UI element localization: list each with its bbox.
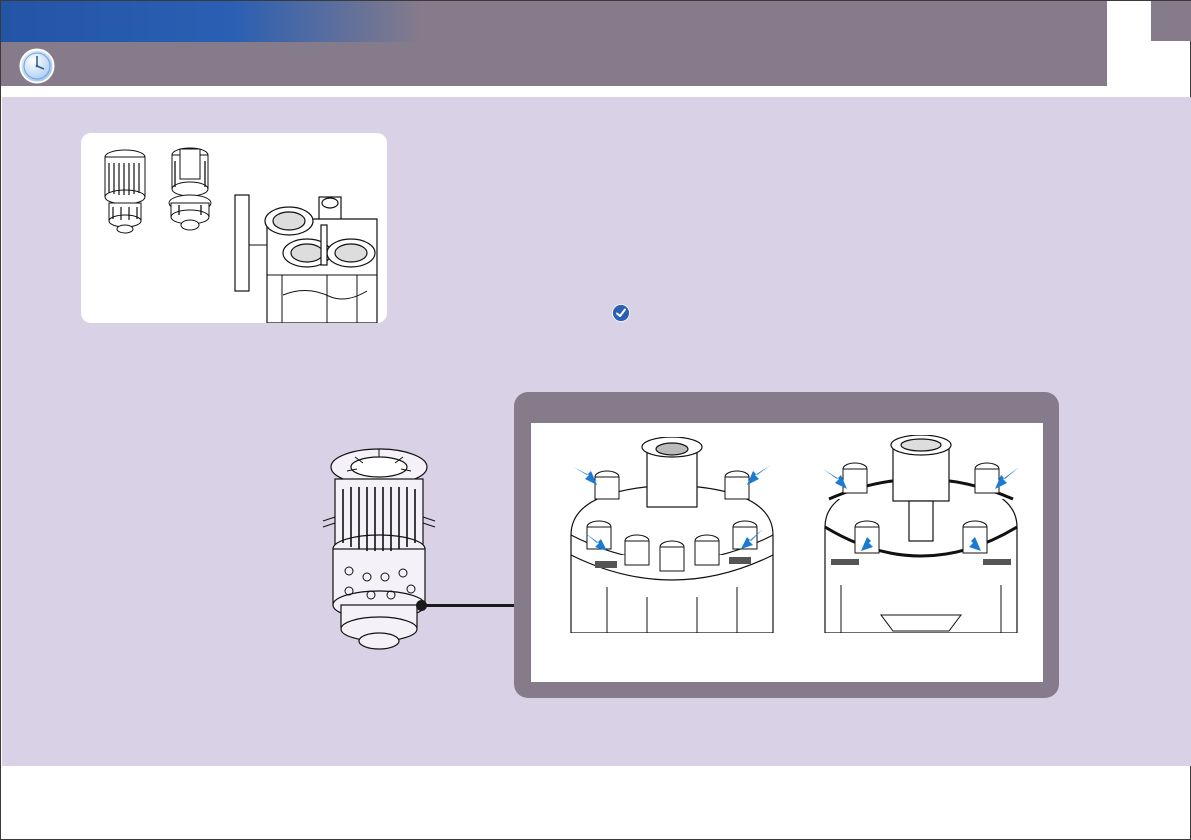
thumbnail-card [81, 133, 387, 323]
leader-dot [416, 600, 427, 611]
detail-view-right [823, 435, 1019, 633]
detail-image-frame [531, 423, 1043, 682]
detail-panel [514, 392, 1059, 698]
header-accent-gradient [1, 1, 421, 42]
filter-assembly-illustration [319, 443, 439, 663]
leader-line [421, 604, 516, 607]
header-bar [1, 1, 1107, 86]
page [0, 0, 1191, 840]
inner-filter-thumbnail [168, 147, 212, 231]
clock-icon[interactable] [19, 48, 55, 84]
check-circle-icon [612, 304, 630, 322]
machine-assembly-thumbnail [234, 194, 378, 323]
header-tab-spacer [1107, 1, 1151, 86]
detail-view-left [570, 437, 774, 633]
header-tab-block [1151, 1, 1191, 41]
filter-head-thumbnail [104, 149, 146, 234]
